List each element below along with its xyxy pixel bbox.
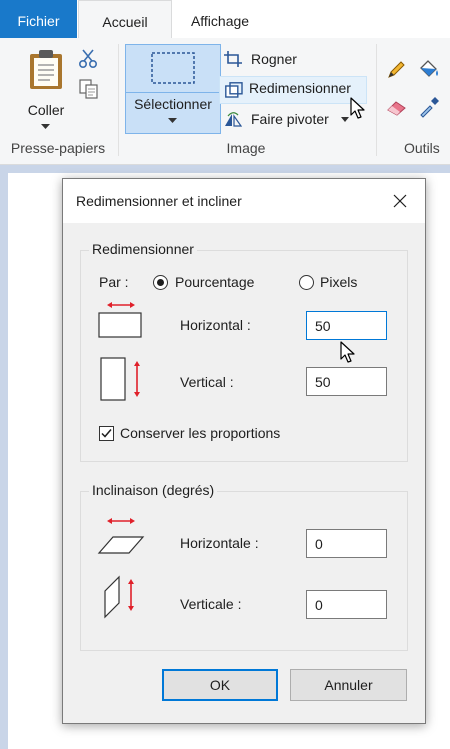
crop-button[interactable]: Rogner	[224, 47, 344, 71]
skew-horizontal-input[interactable]	[306, 529, 387, 558]
cut-icon[interactable]	[79, 49, 97, 69]
resize-group-legend: Redimensionner	[89, 241, 197, 257]
keep-ratio-box	[99, 426, 114, 441]
rotate-label: Faire pivoter	[251, 111, 329, 127]
by-label: Par :	[99, 274, 129, 290]
percent-radio-dot	[153, 275, 168, 290]
ribbon-tab-bar: Fichier Accueil Affichage	[0, 0, 450, 40]
skew-group-legend: Inclinaison (degrés)	[89, 482, 218, 498]
tab-view[interactable]: Affichage	[170, 0, 270, 38]
ok-button[interactable]: OK	[162, 669, 278, 701]
pixels-radio-label: Pixels	[320, 274, 358, 290]
group-separator	[376, 44, 377, 156]
resize-button[interactable]: Redimensionner	[219, 76, 367, 104]
clipboard-icon	[30, 50, 62, 89]
tab-file[interactable]: Fichier	[0, 0, 77, 38]
skew-horizontal-icon	[97, 518, 145, 554]
keep-ratio-label: Conserver les proportions	[120, 425, 281, 441]
resize-horizontal-input[interactable]	[306, 311, 387, 340]
resize-vertical-label: Vertical :	[180, 374, 234, 390]
text-cursor-icon	[340, 341, 355, 363]
resize-skew-dialog: Redimensionner et incliner Redimensionne…	[62, 178, 426, 724]
clipboard-group-label: Presse-papiers	[10, 140, 106, 156]
tab-home[interactable]: Accueil	[78, 0, 172, 40]
skew-vertical-icon	[104, 575, 134, 619]
skew-vertical-label: Verticale :	[180, 596, 242, 612]
group-separator	[118, 44, 119, 156]
resize-horizontal-label: Horizontal :	[180, 317, 251, 333]
pencil-icon[interactable]	[386, 60, 406, 80]
rotate-button[interactable]: Faire pivoter	[224, 107, 354, 131]
crop-label: Rogner	[251, 51, 297, 67]
horizontal-resize-icon	[98, 302, 142, 338]
ribbon: Coller Presse-papiers Sélectionner Rogne…	[0, 38, 450, 165]
resize-label: Redimensionner	[249, 80, 351, 96]
chevron-down-icon	[168, 118, 177, 123]
copy-icon[interactable]	[79, 79, 99, 99]
percent-radio-label: Pourcentage	[175, 274, 255, 290]
select-split-divider	[126, 92, 220, 93]
skew-horizontal-label: Horizontale :	[180, 535, 259, 551]
paste-button[interactable]: Coller	[18, 44, 74, 136]
mouse-pointer-icon	[350, 97, 365, 119]
tools-group-label: Outils	[404, 140, 440, 156]
keep-ratio-checkbox[interactable]: Conserver les proportions	[99, 424, 329, 444]
select-label: Sélectionner	[134, 96, 212, 112]
image-group-label: Image	[226, 140, 266, 156]
resize-vertical-input[interactable]	[306, 367, 387, 396]
eraser-icon[interactable]	[386, 98, 408, 116]
chevron-down-icon	[41, 124, 50, 129]
crop-icon	[224, 51, 242, 67]
resize-icon	[225, 82, 243, 98]
vertical-resize-icon	[100, 357, 140, 401]
skew-vertical-input[interactable]	[306, 590, 387, 619]
cancel-button[interactable]: Annuler	[290, 669, 407, 701]
dialog-title: Redimensionner et incliner	[76, 193, 242, 209]
dialog-title-bar[interactable]: Redimensionner et incliner	[63, 179, 425, 223]
rotate-icon	[225, 112, 242, 127]
percent-radio[interactable]: Pourcentage	[153, 273, 273, 293]
checkmark-icon	[101, 429, 112, 438]
close-icon	[393, 194, 407, 208]
pixels-radio[interactable]: Pixels	[299, 273, 379, 293]
chevron-down-icon	[341, 117, 349, 122]
paste-label: Coller	[27, 102, 65, 118]
color-picker-icon[interactable]	[418, 96, 440, 118]
close-button[interactable]	[385, 187, 415, 215]
select-rectangle-icon	[151, 52, 195, 84]
pixels-radio-dot	[299, 275, 314, 290]
fill-bucket-icon[interactable]	[417, 58, 441, 80]
select-button[interactable]: Sélectionner	[125, 44, 221, 134]
